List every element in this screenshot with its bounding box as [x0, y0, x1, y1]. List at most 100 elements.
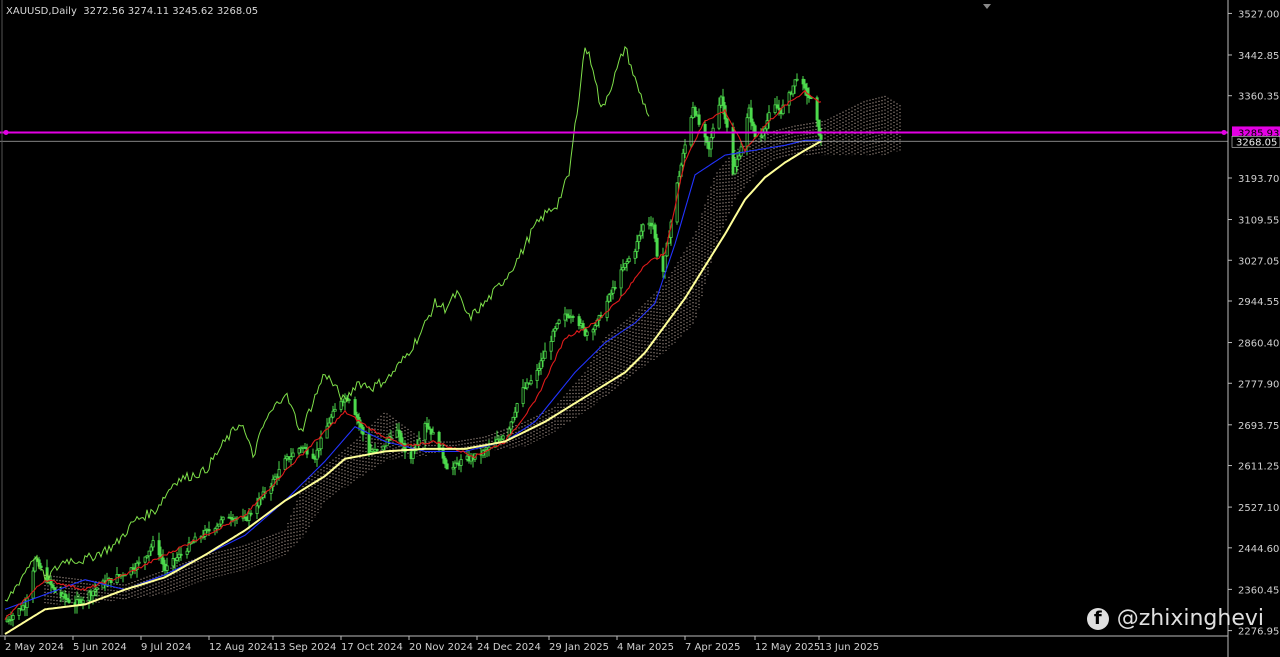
candle-body — [179, 553, 183, 556]
candle-body — [749, 107, 753, 123]
candle-body — [655, 237, 659, 257]
candle-body — [795, 78, 799, 81]
chart-header: XAUUSD,Daily 3272.56 3274.11 3245.62 326… — [6, 6, 258, 17]
x-tick-label: 24 Dec 2024 — [477, 642, 541, 653]
candle-body — [535, 369, 539, 381]
candle-body — [81, 599, 85, 604]
candle-body — [633, 251, 637, 259]
candle-body — [175, 557, 179, 561]
candle-body — [445, 463, 449, 470]
line-anchor-left — [3, 129, 9, 135]
x-tick-label: 12 May 2025 — [755, 642, 820, 653]
candle-body — [459, 459, 463, 466]
candle-body — [513, 411, 517, 418]
candle-body — [277, 468, 281, 478]
candle-body — [709, 137, 713, 150]
candle-body — [521, 387, 525, 404]
current-price-label: 3268.05 — [1236, 137, 1277, 148]
x-tick-label: 17 Oct 2024 — [341, 642, 403, 653]
candle-body — [297, 448, 301, 454]
y-tick-label: 2527.10 — [1238, 503, 1279, 514]
candle-body — [33, 558, 37, 572]
candle-body — [585, 331, 589, 336]
candle-body — [333, 408, 337, 412]
candle-body — [581, 323, 585, 329]
candle-body — [703, 124, 707, 138]
y-tick-label: 2360.45 — [1238, 585, 1279, 596]
candle-body — [605, 300, 609, 318]
y-tick-label: 3527.00 — [1238, 9, 1279, 20]
candle-body — [721, 96, 725, 107]
candle-body — [63, 593, 67, 599]
x-tick-label: 12 Aug 2024 — [209, 642, 273, 653]
candle-body — [31, 570, 35, 599]
candle-body — [681, 152, 685, 166]
candle-body — [147, 550, 151, 557]
candle-body — [329, 416, 333, 424]
candle-body — [543, 350, 547, 359]
candle-body — [149, 546, 153, 552]
candle-body — [431, 431, 435, 435]
candle-body — [95, 587, 99, 590]
candle-body — [367, 433, 371, 454]
y-tick-label: 2444.60 — [1238, 544, 1279, 555]
candle-body — [161, 557, 165, 565]
candle-body — [91, 590, 95, 597]
candle-body — [539, 360, 543, 369]
y-tick-label: 3193.70 — [1238, 174, 1279, 185]
candle-body — [775, 104, 779, 109]
x-tick-label: 29 Jan 2025 — [549, 642, 609, 653]
candle-body — [311, 453, 315, 459]
candle-body — [291, 452, 295, 458]
candle-body — [143, 556, 147, 563]
candle-body — [411, 450, 415, 459]
candle-body — [639, 230, 643, 237]
ohlc-values: 3272.56 3274.11 3245.62 3268.05 — [83, 6, 259, 17]
candle-body — [283, 458, 287, 470]
candle-body — [501, 435, 505, 440]
y-tick-label: 2693.75 — [1238, 421, 1279, 432]
x-tick-label: 4 Mar 2025 — [617, 642, 674, 653]
candle-body — [375, 449, 379, 451]
candle-body — [353, 399, 357, 415]
y-tick-label: 3360.35 — [1238, 92, 1279, 103]
candle-body — [801, 78, 805, 85]
candle-body — [137, 561, 141, 564]
candle-body — [39, 565, 43, 569]
candle-body — [399, 432, 403, 444]
x-tick-label: 13 Jun 2025 — [819, 642, 879, 653]
candle-body — [25, 597, 29, 608]
candle-body — [725, 118, 729, 128]
candle-body — [515, 403, 519, 413]
candle-body — [737, 155, 741, 160]
candle-body — [753, 125, 757, 138]
facebook-icon: f — [1086, 607, 1109, 630]
x-tick-label: 2 May 2024 — [5, 642, 64, 653]
candle-body — [693, 107, 697, 116]
candle-body — [739, 146, 743, 157]
candle-body — [689, 117, 693, 146]
candle-body — [809, 97, 813, 100]
candle-body — [11, 614, 15, 620]
y-tick-label: 3027.05 — [1238, 256, 1279, 267]
y-tick-label: 3109.55 — [1238, 216, 1279, 227]
symbol-label: XAUUSD,Daily — [6, 6, 77, 17]
candle-body — [185, 550, 189, 555]
candle-body — [165, 565, 169, 571]
candle-body — [529, 380, 533, 385]
watermark: f @zhixinghevi — [1086, 606, 1264, 631]
candle-body — [733, 166, 737, 175]
candle-body — [511, 416, 515, 423]
price-chart[interactable]: 3527.00 3442.85 3360.35 3193.70 3109.55 3027.… — [0, 0, 1280, 657]
candle-body — [751, 121, 755, 127]
candle-body — [51, 584, 55, 589]
candle-body — [557, 319, 561, 324]
candle-body — [157, 540, 161, 556]
candle-body — [331, 410, 335, 418]
candle-body — [717, 104, 721, 129]
candle-body — [207, 529, 211, 532]
line-anchor-right — [1221, 129, 1227, 135]
candle-body — [443, 457, 447, 465]
candle-body — [819, 134, 823, 140]
candle-body — [553, 328, 557, 332]
